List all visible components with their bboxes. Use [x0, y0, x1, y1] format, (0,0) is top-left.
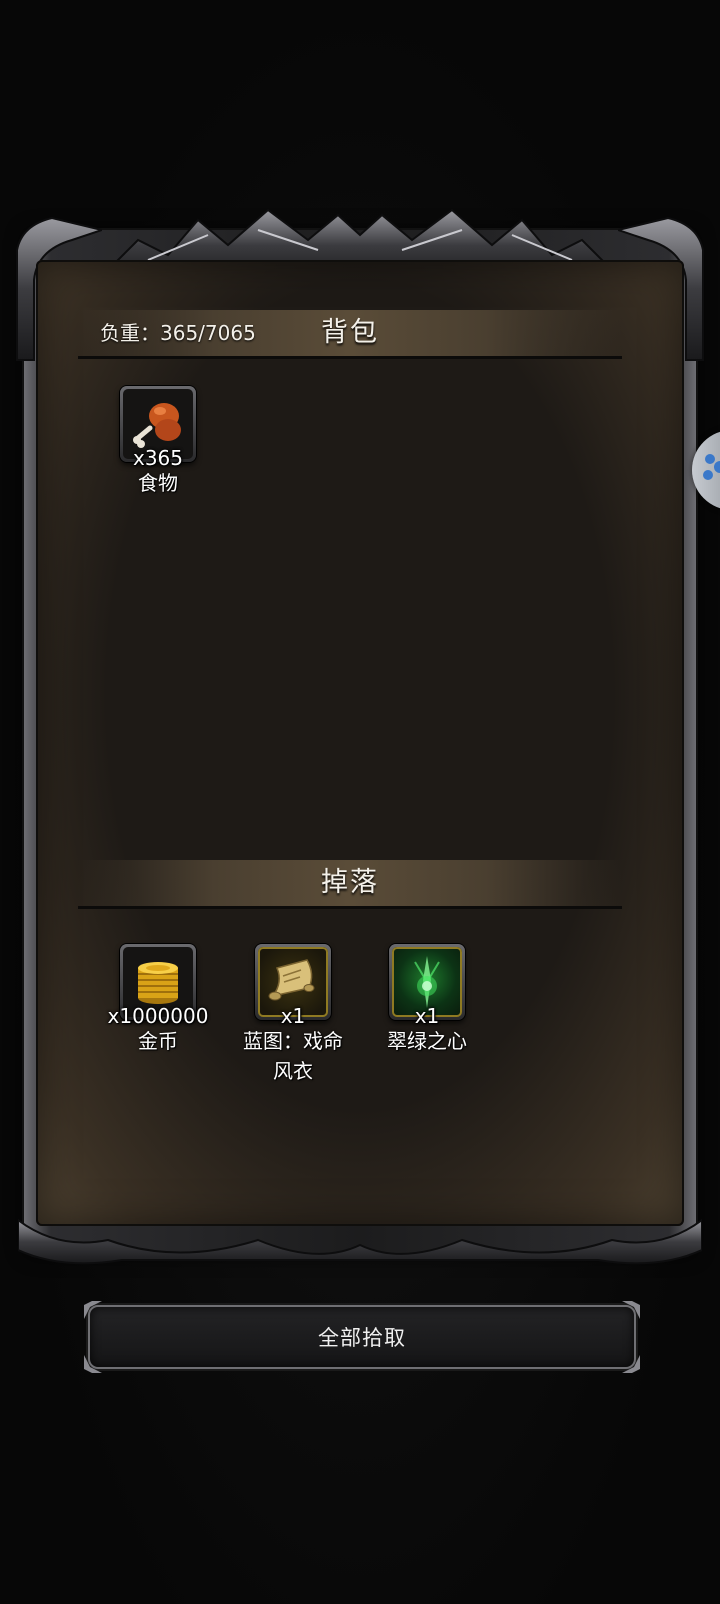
item-name: 食物 [138, 471, 178, 495]
drop-item-gold[interactable]: x1000000 金币 [93, 944, 223, 1056]
item-quantity: x1 [280, 1004, 306, 1028]
pickup-all-label: 全部拾取 [318, 1326, 406, 1350]
drops-header: 掉落 [78, 860, 622, 909]
item-name-line2: 风衣 [273, 1059, 313, 1083]
item-slot[interactable]: x365 [120, 386, 196, 470]
paw-icon [703, 454, 720, 480]
button-corner-ornament [84, 1355, 102, 1373]
item-slot[interactable]: x1 [389, 944, 465, 1028]
button-corner-ornament [622, 1355, 640, 1373]
game-screen: 负重：365/7065 背包 x365 食物 掉落 x1000000 金币 x1… [0, 0, 720, 1604]
item-slot[interactable]: x1000000 [108, 944, 208, 1028]
item-name: 金币 [138, 1029, 178, 1053]
blueprint-scroll-icon [268, 959, 315, 1001]
inventory-header: 负重：365/7065 背包 [78, 310, 622, 359]
item-quantity: x1000000 [107, 1004, 209, 1028]
item-quantity: x365 [132, 446, 183, 470]
item-slot[interactable]: x1 [255, 944, 331, 1028]
item-name-line1: 蓝图：戏命 [243, 1029, 343, 1053]
pickup-all-button[interactable]: 全部拾取 [84, 1301, 640, 1373]
emerald-heart-icon [414, 956, 440, 1008]
button-corner-ornament [84, 1301, 102, 1319]
food-drumstick-icon [133, 403, 181, 448]
inventory-title: 背包 [321, 317, 379, 348]
item-name: 蓝图：戏命 风衣 [228, 1026, 358, 1086]
gold-coins-icon [138, 962, 178, 1004]
button-corner-ornament [622, 1301, 640, 1319]
loot-panel-frame [16, 200, 704, 1270]
inventory-item-food[interactable]: x365 食物 [93, 386, 223, 498]
frame-bottom-ornament [18, 1218, 702, 1265]
item-name: 翠绿之心 [387, 1029, 467, 1053]
drop-item-blueprint[interactable]: x1 蓝图：戏命 风衣 [228, 944, 358, 1086]
drops-title: 掉落 [321, 867, 379, 898]
drop-item-emerald-heart[interactable]: x1 翠绿之心 [362, 944, 492, 1056]
item-quantity: x1 [414, 1004, 440, 1028]
